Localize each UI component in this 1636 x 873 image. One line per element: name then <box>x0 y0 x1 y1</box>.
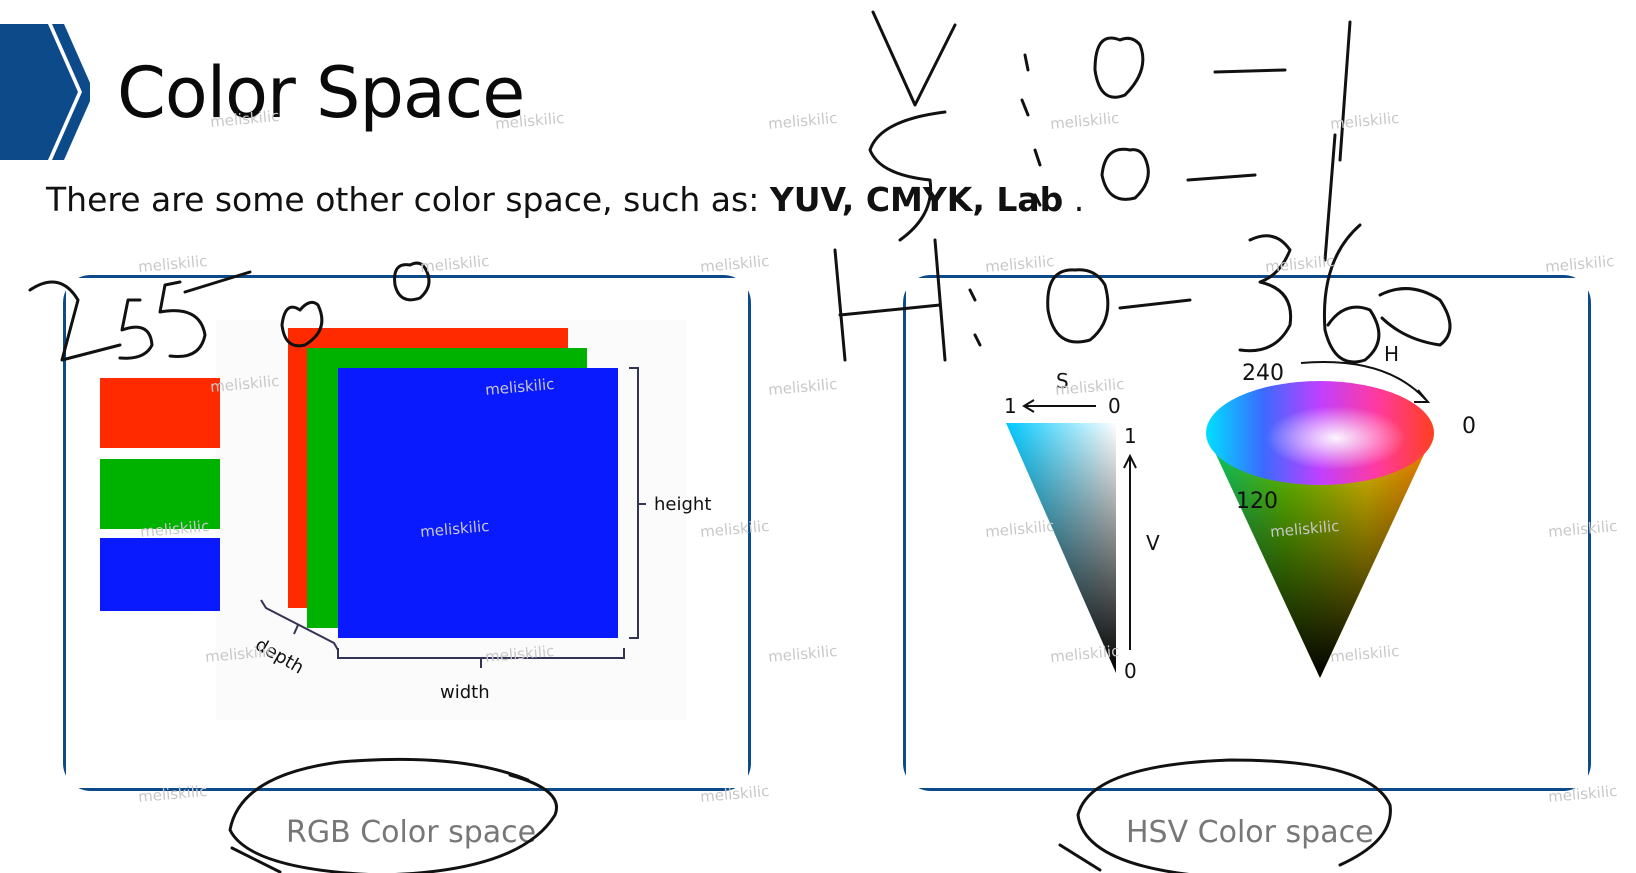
watermark: meliskilic <box>1264 252 1336 276</box>
handwritten-v-range <box>871 10 1352 162</box>
subtitle-bold: YUV, CMYK, Lab <box>769 180 1064 219</box>
s-left-label: 1 <box>1004 394 1017 418</box>
width-label: width <box>440 682 490 703</box>
h-0-label: 0 <box>1462 414 1476 439</box>
h-120-label: 120 <box>1236 489 1278 514</box>
watermark: meliskilic <box>984 252 1056 276</box>
watermark: meliskilic <box>767 109 839 133</box>
watermark: meliskilic <box>419 252 491 276</box>
watermark: meliskilic <box>767 375 839 399</box>
blue-channel-plane <box>338 368 618 638</box>
h-240-label: 240 <box>1242 361 1284 386</box>
watermark: meliskilic <box>137 252 209 276</box>
watermark: meliskilic <box>1544 252 1616 276</box>
watermark: meliskilic <box>767 642 839 666</box>
slide-subtitle: There are some other color space, such a… <box>46 180 1084 219</box>
blue-swatch <box>100 538 220 611</box>
red-swatch <box>100 378 220 448</box>
watermark: meliskilic <box>1049 109 1121 133</box>
subtitle-tail: . <box>1063 180 1085 219</box>
hsv-caption: HSV Color space <box>1126 815 1374 850</box>
v-top-label: 1 <box>1124 424 1137 448</box>
s-right-label: 0 <box>1108 394 1121 418</box>
height-label: height <box>654 494 711 515</box>
v-label: V <box>1146 531 1160 555</box>
rgb-caption: RGB Color space <box>286 815 537 850</box>
watermark: meliskilic <box>1329 109 1401 133</box>
logo-chevron-icon <box>0 24 90 160</box>
h-label: H <box>1384 342 1399 366</box>
watermark: meliskilic <box>699 252 771 276</box>
v-bottom-label: 0 <box>1124 659 1137 683</box>
slide-title: Color Space <box>117 52 525 134</box>
subtitle-lead: There are some other color space, such a… <box>46 180 770 219</box>
